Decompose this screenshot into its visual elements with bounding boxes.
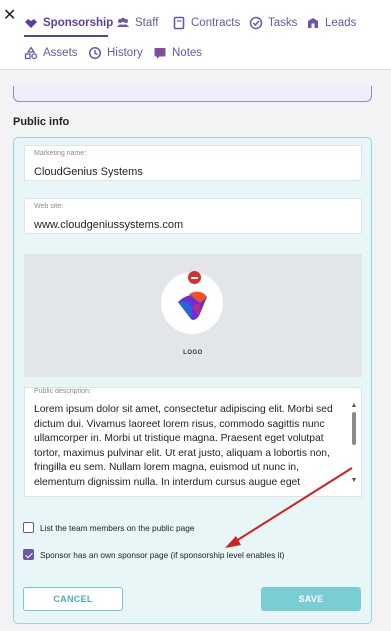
cancel-button[interactable]: CANCEL xyxy=(23,587,123,611)
tab-label: Sponsorship xyxy=(43,17,114,29)
team-members-checkbox-row[interactable]: List the team members on the public page xyxy=(23,522,195,533)
logo-caption: LOGO xyxy=(183,350,203,356)
public-description-field[interactable]: Public description: Lorem ipsum dolor si… xyxy=(24,387,362,497)
scroll-down-icon[interactable]: ▼ xyxy=(350,477,358,484)
own-page-checkbox-row[interactable]: Sponsor has an own sponsor page (if spon… xyxy=(23,549,284,560)
top-bar: ✕ Sponsorship Staff Contracts Tasks Lead… xyxy=(0,0,391,70)
close-icon[interactable]: ✕ xyxy=(3,8,17,24)
check-circle-icon xyxy=(249,16,263,30)
website-value: www.cloudgeniussystems.com xyxy=(34,219,184,231)
marketing-name-label: Marketing name: xyxy=(34,150,87,157)
tab-assets[interactable]: Assets xyxy=(24,42,78,64)
tab-label: Leads xyxy=(325,17,357,29)
team-members-label: List the team members on the public page xyxy=(40,522,195,533)
tab-notes[interactable]: Notes xyxy=(153,42,202,64)
book-icon xyxy=(173,16,185,30)
scroll-thumb[interactable] xyxy=(352,412,356,445)
previous-section-box xyxy=(13,86,372,102)
shapes-icon xyxy=(24,46,38,60)
logo-image xyxy=(161,271,223,334)
description-label: Public description: xyxy=(34,388,91,395)
history-icon xyxy=(88,46,102,60)
tab-tasks[interactable]: Tasks xyxy=(249,12,297,34)
handshake-icon xyxy=(25,19,37,28)
tab-label: Assets xyxy=(43,47,78,59)
logo-upload-area[interactable]: LOGO xyxy=(24,254,362,377)
marketing-name-field[interactable]: Marketing name: CloudGenius Systems xyxy=(24,145,362,181)
tab-leads[interactable]: Leads xyxy=(306,12,356,34)
active-tab-indicator xyxy=(24,35,108,37)
team-members-checkbox[interactable] xyxy=(23,522,34,533)
marketing-name-value: CloudGenius Systems xyxy=(34,166,143,178)
tab-label: Notes xyxy=(172,47,203,59)
save-button[interactable]: SAVE xyxy=(261,587,361,611)
tab-history[interactable]: History xyxy=(88,42,143,64)
people-icon xyxy=(117,17,129,27)
tab-label: Staff xyxy=(135,17,159,29)
own-page-checkbox[interactable] xyxy=(23,549,34,560)
scroll-up-icon[interactable]: ▲ xyxy=(350,402,358,409)
description-text: Lorem ipsum dolor sit amet, consectetur … xyxy=(34,404,333,488)
tab-sponsorship[interactable]: Sponsorship xyxy=(24,12,113,34)
description-scrollbar[interactable]: ▲ ▼ xyxy=(350,402,358,484)
tab-label: Tasks xyxy=(268,17,298,29)
section-title: Public info xyxy=(13,116,70,128)
tab-contracts[interactable]: Contracts xyxy=(172,12,240,34)
tab-staff[interactable]: Staff xyxy=(116,12,158,34)
own-page-label: Sponsor has an own sponsor page (if spon… xyxy=(40,549,285,560)
website-field[interactable]: Web site: www.cloudgeniussystems.com xyxy=(24,198,362,234)
website-label: Web site: xyxy=(34,203,64,210)
tab-label: History xyxy=(107,47,143,59)
note-icon xyxy=(154,48,166,59)
tab-label: Contracts xyxy=(191,17,241,29)
leads-icon xyxy=(308,18,318,28)
remove-logo-button[interactable] xyxy=(188,271,201,284)
